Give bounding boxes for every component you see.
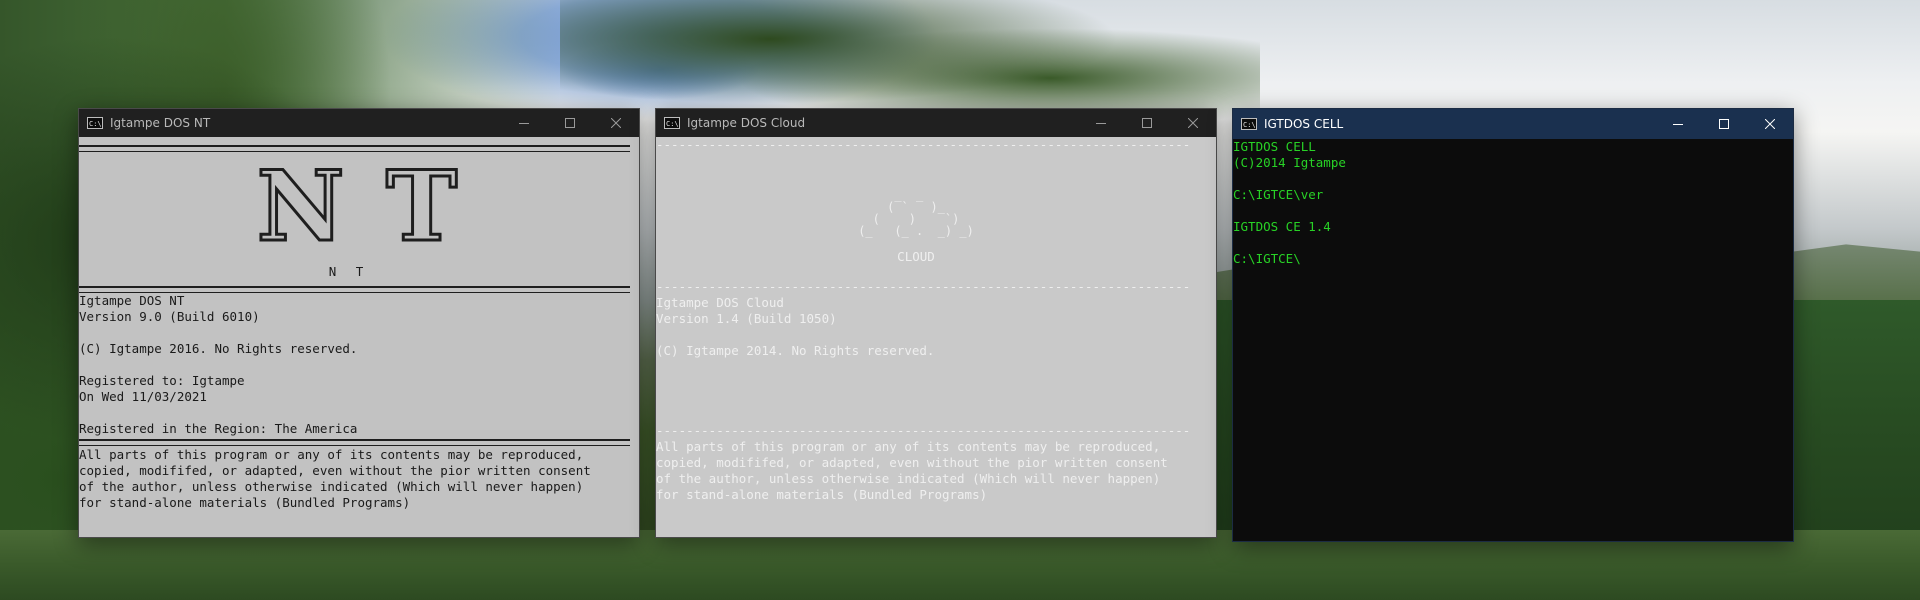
dashed-divider: ----------------------------------------… [656, 423, 1191, 438]
close-icon [1188, 118, 1198, 128]
console-line: Version 9.0 (Build 6010) [79, 309, 260, 324]
console-line: for stand-alone materials (Bundled Progr… [656, 487, 988, 502]
window-igtampe-dos-cloud[interactable]: C:\ Igtampe DOS Cloud ------------------… [655, 108, 1217, 538]
close-button[interactable] [1170, 109, 1216, 137]
dashed-divider: ----------------------------------------… [656, 137, 1191, 152]
console-line: copied, modififed, or adapted, even with… [656, 455, 1168, 470]
console-line: (C)2014 Igtampe [1233, 155, 1346, 170]
console-line: All parts of this program or any of its … [656, 439, 1161, 454]
command-prompt-icon: C:\ [1241, 118, 1257, 130]
maximize-icon [565, 118, 575, 128]
version-info: Igtampe DOS Cloud Version 1.4 (Build 105… [656, 295, 1216, 359]
console-output[interactable]: ----------------------------------------… [656, 137, 1216, 537]
console-line: copied, modififed, or adapted, even with… [79, 463, 591, 478]
console-line: of the author, unless otherwise indicate… [79, 479, 584, 494]
window-title: Igtampe DOS NT [110, 116, 211, 130]
dashed-divider: ----------------------------------------… [656, 279, 1191, 294]
nt-logo-letters: N T [255, 150, 462, 263]
copyright-notice: All parts of this program or any of its … [79, 447, 639, 511]
console-output[interactable]: IGTDOS CELL (C)2014 Igtampe C:\IGTCE\ver… [1233, 139, 1793, 541]
minimize-button[interactable] [1655, 109, 1701, 139]
console-line: (C) Igtampe 2016. No Rights reserved. [79, 341, 358, 356]
minimize-icon [519, 123, 529, 124]
maximize-button[interactable] [1701, 109, 1747, 139]
nt-logo: N T [79, 152, 639, 262]
minimize-button[interactable] [501, 109, 547, 137]
console-line: Version 1.4 (Build 1050) [656, 311, 837, 326]
window-igtdos-cell[interactable]: C:\ IGTDOS CELL IGTDOS CELL (C)2014 Igta… [1232, 108, 1794, 542]
maximize-button[interactable] [547, 109, 593, 137]
window-igtampe-dos-nt[interactable]: C:\ Igtampe DOS NT N T N T Igtampe DOS N… [78, 108, 640, 538]
version-info: Igtampe DOS NT Version 9.0 (Build 6010) … [79, 293, 639, 437]
console-line: IGTDOS CE 1.4 [1233, 219, 1331, 234]
console-line: Igtampe DOS NT [79, 293, 185, 308]
window-titlebar[interactable]: C:\ IGTDOS CELL [1233, 109, 1793, 139]
minimize-icon [1096, 123, 1106, 124]
window-titlebar[interactable]: C:\ Igtampe DOS NT [79, 109, 639, 137]
window-titlebar[interactable]: C:\ Igtampe DOS Cloud [656, 109, 1216, 137]
cloud-ascii-art: _ _ ( ` )_ ( ) `) (_ (_ . _) _) [656, 189, 1216, 237]
maximize-button[interactable] [1124, 109, 1170, 137]
console-output[interactable]: N T N T Igtampe DOS NT Version 9.0 (Buil… [79, 137, 639, 537]
console-line: On Wed 11/03/2021 [79, 389, 207, 404]
double-rule-divider [79, 286, 630, 293]
maximize-icon [1142, 118, 1152, 128]
double-rule-divider [79, 439, 630, 446]
copyright-notice: All parts of this program or any of its … [656, 439, 1216, 503]
console-line: for stand-alone materials (Bundled Progr… [79, 495, 411, 510]
ascii-line: (_ (_ . _) _) [858, 224, 974, 238]
close-icon [1765, 119, 1775, 129]
logo-caption: N T [328, 264, 370, 279]
console-line: IGTDOS CELL [1233, 139, 1316, 154]
console-line: of the author, unless otherwise indicate… [656, 471, 1161, 486]
close-button[interactable] [1747, 109, 1793, 139]
command-prompt-icon: C:\ [87, 117, 103, 129]
maximize-icon [1719, 119, 1729, 129]
console-line: C:\IGTCE\ver [1233, 187, 1324, 202]
console-line: (C) Igtampe 2014. No Rights reserved. [656, 343, 935, 358]
minimize-icon [1673, 124, 1683, 125]
minimize-button[interactable] [1078, 109, 1124, 137]
console-line: All parts of this program or any of its … [79, 447, 584, 462]
window-title: Igtampe DOS Cloud [687, 116, 806, 130]
window-title: IGTDOS CELL [1264, 117, 1344, 131]
console-line: Registered in the Region: The America [79, 421, 358, 436]
console-line: Igtampe DOS Cloud [656, 295, 784, 310]
command-prompt[interactable]: C:\IGTCE\ [1233, 251, 1793, 267]
console-line: Registered to: Igtampe [79, 373, 245, 388]
close-icon [611, 118, 621, 128]
close-button[interactable] [593, 109, 639, 137]
logo-caption: CLOUD [897, 249, 935, 264]
command-prompt-icon: C:\ [664, 117, 680, 129]
